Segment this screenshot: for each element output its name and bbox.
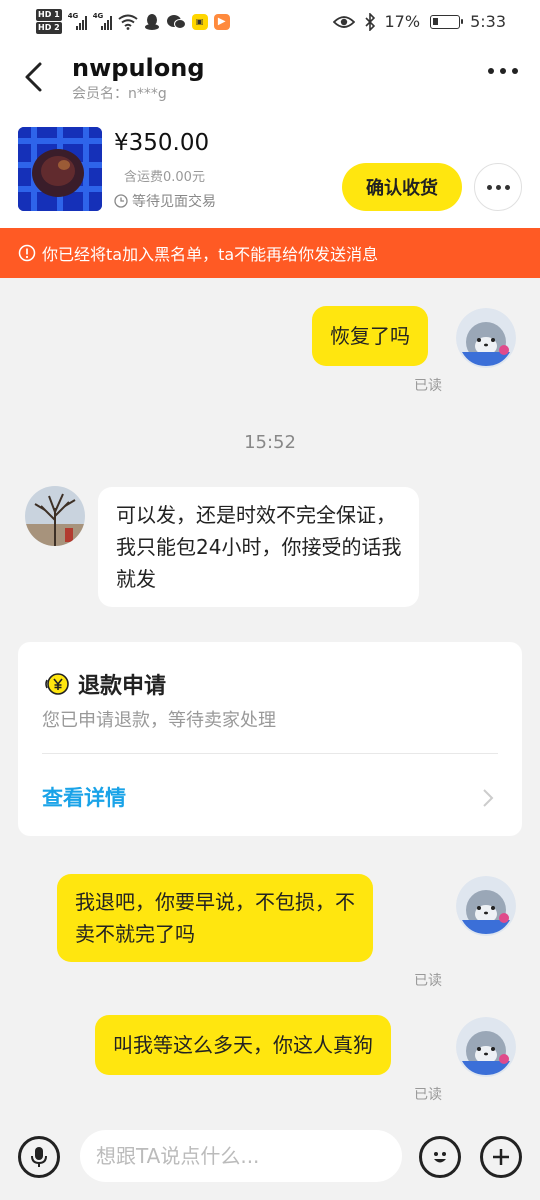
network-label-2: 4G bbox=[92, 12, 104, 20]
message-line: 我只能包24小时，你接受的话我 bbox=[116, 535, 402, 559]
signal-icon: 4G bbox=[67, 12, 87, 30]
back-button[interactable] bbox=[20, 60, 50, 94]
clock-icon bbox=[114, 194, 128, 208]
network-label-1: 4G bbox=[67, 12, 79, 20]
read-receipt: 已读 bbox=[414, 1087, 442, 1103]
refund-card-title: 退款申请 bbox=[44, 668, 166, 700]
emoji-button[interactable] bbox=[419, 1136, 461, 1178]
message-line: 卖不就完了吗 bbox=[75, 922, 195, 946]
my-avatar[interactable] bbox=[456, 308, 516, 368]
voice-button[interactable] bbox=[18, 1136, 60, 1178]
confirm-receipt-button[interactable]: 确认收货 bbox=[342, 163, 462, 211]
member-name: 会员名：n***g bbox=[72, 86, 167, 102]
refund-card[interactable]: 退款申请 您已申请退款，等待卖家处理 查看详情 bbox=[18, 642, 522, 836]
message-bubble-sent[interactable]: 我退吧，你要早说，不包损，不 卖不就完了吗 bbox=[57, 874, 373, 962]
bluetooth-icon bbox=[364, 12, 375, 31]
product-price: ¥350.00 bbox=[114, 130, 210, 156]
my-avatar[interactable] bbox=[456, 1017, 516, 1077]
emoji-icon bbox=[434, 1152, 446, 1163]
clock-time: 5:33 bbox=[470, 12, 506, 31]
battery-icon bbox=[430, 14, 464, 29]
blacklist-notice: 你已经将ta加入黑名单，ta不能再给你发送消息 bbox=[0, 228, 540, 278]
message-line: 就发 bbox=[116, 567, 156, 591]
wechat-icon bbox=[166, 15, 186, 29]
eye-icon bbox=[332, 15, 355, 28]
hd-label-1: HD 1 bbox=[36, 9, 62, 21]
contact-avatar[interactable] bbox=[25, 486, 85, 546]
read-receipt: 已读 bbox=[414, 378, 442, 394]
product-summary: ¥350.00 含运费0.00元 等待见面交易 确认收货 bbox=[0, 108, 540, 228]
trade-status-text: 等待见面交易 bbox=[132, 194, 216, 210]
message-text: 恢复了吗 bbox=[330, 324, 410, 348]
message-line: 可以发，还是时效不完全保证， bbox=[116, 503, 396, 527]
battery-percent: 17% bbox=[384, 12, 421, 31]
product-thumbnail[interactable] bbox=[18, 127, 102, 211]
message-bubble-sent[interactable]: 叫我等这么多天，你这人真狗 bbox=[95, 1015, 391, 1075]
blacklist-text: 你已经将ta加入黑名单，ta不能再给你发送消息 bbox=[42, 245, 379, 264]
message-bubble-received[interactable]: 可以发，还是时效不完全保证， 我只能包24小时，你接受的话我 就发 bbox=[98, 487, 420, 607]
video-app-icon: ▶ bbox=[213, 14, 230, 30]
warning-icon bbox=[18, 244, 36, 262]
microphone-icon bbox=[31, 1147, 47, 1167]
app-notification-icon: ▣ bbox=[191, 14, 208, 30]
shipping-fee: 含运费0.00元 bbox=[124, 170, 205, 185]
status-left: HD 1 HD 2 4G 4G ▣ ▶ bbox=[36, 9, 230, 35]
read-receipt: 已读 bbox=[414, 973, 442, 989]
time-divider: 15:52 bbox=[244, 432, 296, 453]
signal-icon: 4G bbox=[92, 12, 112, 30]
refund-icon bbox=[45, 673, 69, 695]
wifi-icon bbox=[118, 14, 138, 30]
my-avatar[interactable] bbox=[456, 876, 516, 936]
message-input[interactable] bbox=[80, 1130, 402, 1182]
status-right: 17% 5:33 bbox=[332, 12, 506, 31]
refund-title-text: 退款申请 bbox=[78, 674, 167, 699]
chat-header: nwpulong 会员名：n***g bbox=[0, 46, 540, 108]
hd-indicator: HD 1 HD 2 bbox=[36, 9, 62, 35]
contact-name: nwpulong bbox=[72, 54, 205, 82]
trade-status: 等待见面交易 bbox=[114, 191, 216, 211]
add-button[interactable] bbox=[480, 1136, 522, 1178]
message-bubble-sent[interactable]: 恢复了吗 bbox=[312, 306, 428, 366]
refund-description: 您已申请退款，等待卖家处理 bbox=[42, 710, 276, 731]
message-text: 叫我等这么多天，你这人真狗 bbox=[113, 1033, 373, 1057]
qq-icon bbox=[144, 14, 159, 30]
view-details-link[interactable]: 查看详情 bbox=[42, 782, 126, 812]
more-icon[interactable] bbox=[488, 68, 518, 74]
divider bbox=[42, 753, 498, 754]
product-more-button[interactable] bbox=[474, 163, 522, 211]
message-input-bar bbox=[0, 1116, 540, 1200]
plus-icon bbox=[493, 1149, 509, 1165]
hd-label-2: HD 2 bbox=[36, 22, 62, 34]
back-icon bbox=[25, 62, 42, 92]
message-line: 我退吧，你要早说，不包损，不 bbox=[75, 890, 355, 914]
status-bar: HD 1 HD 2 4G 4G ▣ ▶ 17% 5:33 bbox=[0, 0, 540, 46]
chevron-right-icon bbox=[483, 789, 494, 807]
